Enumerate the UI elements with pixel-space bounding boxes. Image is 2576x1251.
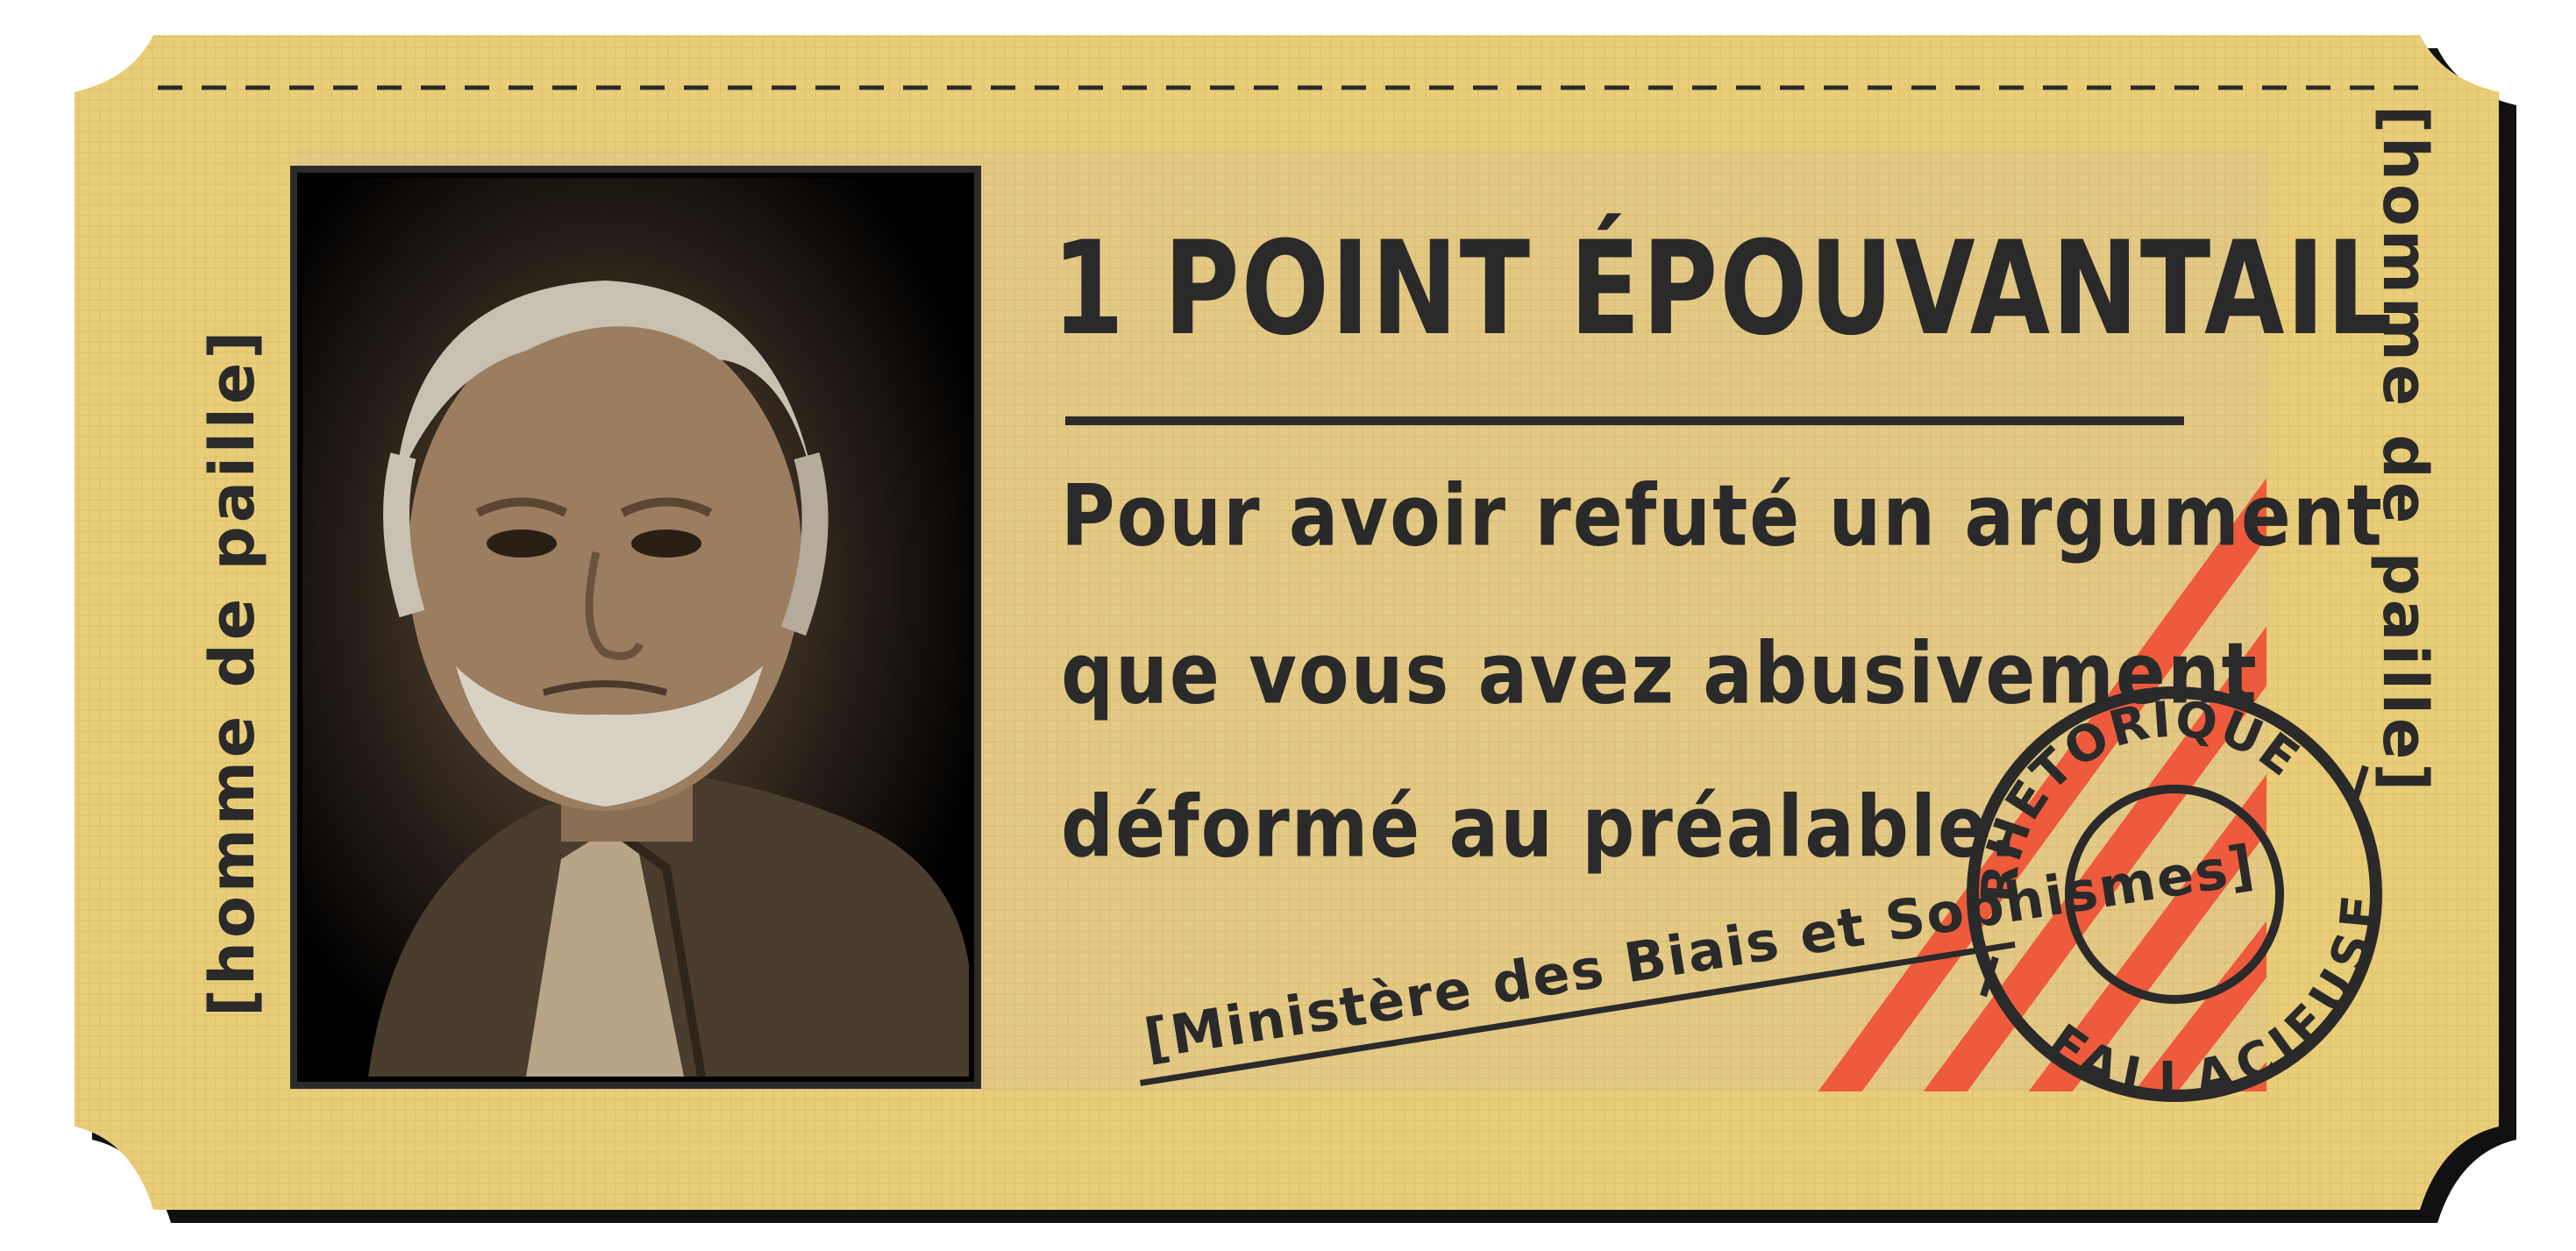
body-text-line: déformé au préalable. [1061,777,2019,877]
title-divider [1065,416,2184,425]
ticket-title: 1 POINT ÉPOUVANTAIL [1052,212,2395,364]
body-text-line: Pour avoir refuté un argument [1061,466,2384,565]
body-text-line: que vous avez abusivement [1061,623,2259,723]
side-label-left: [homme de paille] [196,327,268,1017]
side-label-right: [homme de paille] [2369,105,2441,795]
portrait-photo [302,178,969,1077]
